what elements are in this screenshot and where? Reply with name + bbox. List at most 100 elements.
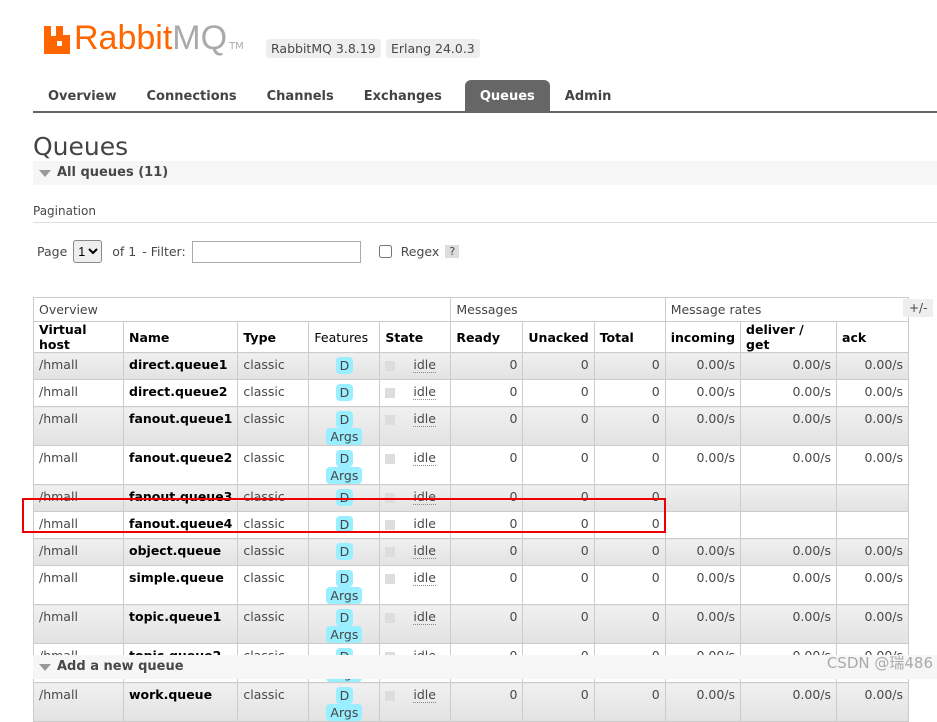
state-label: idle xyxy=(413,570,436,586)
all-queues-label: All queues (11) xyxy=(57,165,169,180)
state-cell: idle xyxy=(379,352,452,380)
pagination-label: Pagination xyxy=(33,204,937,223)
table-row: /hmall direct.queue2 classic Didle 0 0 0 0.00/s… xyxy=(33,379,910,407)
total-cell: 0 xyxy=(593,379,666,407)
features-cell: DArgs xyxy=(308,604,381,644)
state-indicator-icon xyxy=(385,612,396,623)
regex-help-button[interactable]: ? xyxy=(445,245,460,258)
state-indicator-icon xyxy=(385,387,396,398)
durable-badge[interactable]: D xyxy=(335,450,354,467)
durable-badge[interactable]: D xyxy=(335,543,354,560)
state-cell: idle xyxy=(379,604,452,644)
total-cell: 0 xyxy=(593,538,666,566)
deliver-cell: 0.00/s xyxy=(740,682,838,722)
deliver-cell: 0.00/s xyxy=(740,406,838,446)
deliver-cell xyxy=(740,511,838,539)
durable-badge[interactable]: D xyxy=(335,570,354,587)
group-message-rates: Message rates xyxy=(664,297,910,322)
incoming-cell xyxy=(664,511,742,539)
queue-name-link[interactable]: work.queue xyxy=(122,682,239,722)
total-cell: 0 xyxy=(593,406,666,446)
col-header[interactable]: Features xyxy=(308,321,381,353)
nav-tab-overview[interactable]: Overview xyxy=(33,80,132,111)
col-header[interactable]: Total xyxy=(593,321,666,353)
col-header[interactable]: Name xyxy=(122,321,239,353)
deliver-cell: 0.00/s xyxy=(740,538,838,566)
col-header[interactable]: Type xyxy=(237,321,310,353)
ack-cell: 0.00/s xyxy=(836,406,910,446)
group-overview: Overview xyxy=(32,297,452,322)
queue-name-link[interactable]: fanout.queue1 xyxy=(122,406,239,446)
durable-badge[interactable]: D xyxy=(335,687,354,704)
queue-name-link[interactable]: fanout.queue2 xyxy=(122,445,239,485)
durable-badge[interactable]: D xyxy=(335,357,354,374)
ack-cell: 0.00/s xyxy=(836,352,910,380)
durable-badge[interactable]: D xyxy=(335,411,354,428)
collapse-triangle-icon xyxy=(39,170,51,177)
state-indicator-icon xyxy=(385,690,396,701)
nav-tab-connections[interactable]: Connections xyxy=(132,80,252,111)
add-queue-label: Add a new queue xyxy=(57,659,184,674)
incoming-cell xyxy=(664,484,742,512)
queue-name-link[interactable]: object.queue xyxy=(122,538,239,566)
type-cell: classic xyxy=(237,445,310,485)
state-indicator-icon xyxy=(385,360,396,371)
args-badge[interactable]: Args xyxy=(326,467,363,484)
incoming-cell: 0.00/s xyxy=(664,604,742,644)
type-cell: classic xyxy=(237,604,310,644)
features-cell: DArgs xyxy=(308,406,381,446)
unacked-cell: 0 xyxy=(522,604,595,644)
col-header[interactable]: deliver / get xyxy=(740,321,838,353)
args-badge[interactable]: Args xyxy=(326,626,363,643)
ready-cell: 0 xyxy=(450,445,524,485)
args-badge[interactable]: Args xyxy=(326,428,363,445)
unacked-cell: 0 xyxy=(522,406,595,446)
queue-name-link[interactable]: direct.queue1 xyxy=(122,352,239,380)
col-header[interactable]: State xyxy=(379,321,452,353)
queue-name-link[interactable]: simple.queue xyxy=(122,565,239,605)
deliver-cell: 0.00/s xyxy=(740,565,838,605)
rabbitmq-logo[interactable]: Rabbit MQ TM xyxy=(44,21,244,55)
incoming-cell: 0.00/s xyxy=(664,445,742,485)
deliver-cell: 0.00/s xyxy=(740,379,838,407)
queue-name-link[interactable]: direct.queue2 xyxy=(122,379,239,407)
col-header[interactable]: Virtual host xyxy=(33,321,124,353)
durable-badge[interactable]: D xyxy=(335,609,354,626)
col-header[interactable]: incoming xyxy=(664,321,742,353)
page-select[interactable]: 1 xyxy=(73,240,103,263)
state-cell: idle xyxy=(379,379,452,407)
col-header[interactable]: Unacked xyxy=(522,321,595,353)
add-queue-section-toggle[interactable]: Add a new queue xyxy=(33,655,937,679)
watermark: CSDN @瑞486 xyxy=(826,654,933,672)
table-row: /hmall object.queue classic Didle 0 0 0 0.00/s 0… xyxy=(33,538,910,566)
state-label: idle xyxy=(413,687,436,703)
ready-cell: 0 xyxy=(450,604,524,644)
filter-input[interactable] xyxy=(191,240,361,263)
page-of-label: of 1 xyxy=(112,244,137,259)
state-indicator-icon xyxy=(385,453,396,464)
args-badge[interactable]: Args xyxy=(326,587,363,604)
table-row: /hmall topic.queue1 classic DArgs idle 0 0 0 0.0… xyxy=(33,604,910,644)
queue-name-link[interactable]: topic.queue1 xyxy=(122,604,239,644)
column-toggle-button[interactable]: +/- xyxy=(903,299,934,317)
nav-tab-queues[interactable]: Queues xyxy=(464,80,550,111)
page-title: Queues xyxy=(33,132,129,161)
col-header[interactable]: ack xyxy=(836,321,910,353)
args-badge[interactable]: Args xyxy=(326,704,363,721)
nav-tab-exchanges[interactable]: Exchanges xyxy=(349,80,457,111)
nav-tab-channels[interactable]: Channels xyxy=(252,80,349,111)
logo-tm: TM xyxy=(229,41,244,52)
all-queues-section-toggle[interactable]: All queues (11) xyxy=(33,161,937,185)
regex-checkbox[interactable] xyxy=(378,245,392,258)
state-cell: idle xyxy=(379,682,452,722)
nav-tab-admin[interactable]: Admin xyxy=(550,80,627,111)
ack-cell: 0.00/s xyxy=(836,538,910,566)
table-row: /hmall direct.queue1 classic Didle 0 0 0 0.00/s… xyxy=(33,352,910,380)
durable-badge[interactable]: D xyxy=(335,384,354,401)
ack-cell: 0.00/s xyxy=(836,445,910,485)
total-cell: 0 xyxy=(593,565,666,605)
col-header[interactable]: Ready xyxy=(450,321,524,353)
ready-cell: 0 xyxy=(450,682,524,722)
incoming-cell: 0.00/s xyxy=(664,352,742,380)
regex-label: Regex xyxy=(400,244,440,259)
